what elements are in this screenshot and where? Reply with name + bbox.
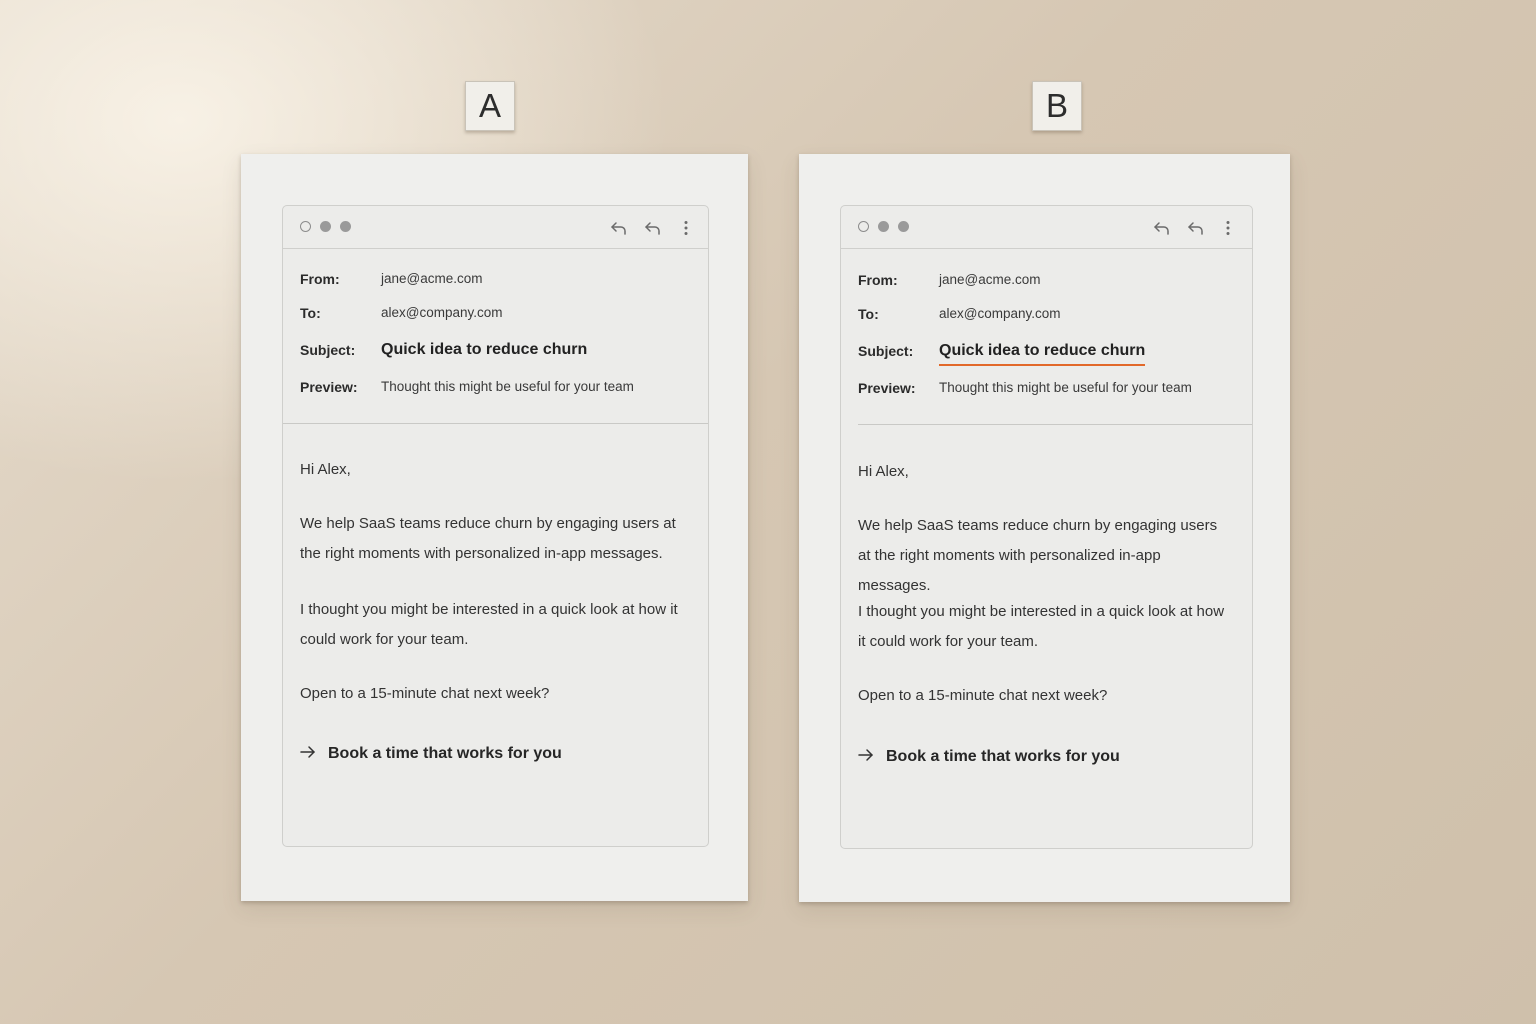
to-value: alex@company.com [939, 306, 1061, 321]
body-paragraph-3: Open to a 15-minute chat next week? [300, 685, 550, 702]
from-label: From: [300, 271, 340, 287]
window-minimize-dot[interactable] [320, 221, 331, 232]
variant-b-sheet: From: jane@acme.com To: alex@company.com… [799, 154, 1290, 902]
arrow-right-icon [300, 746, 315, 758]
preview-row: Preview: Thought this might be useful fo… [300, 375, 698, 399]
reply-icon[interactable] [609, 218, 629, 238]
cta-label: Book a time that works for you [886, 748, 1120, 765]
subject-label: Subject: [300, 342, 356, 358]
window-maximize-dot[interactable] [340, 221, 351, 232]
to-label: To: [300, 305, 321, 321]
header-divider [283, 423, 708, 424]
cta-link[interactable]: Book a time that works for you [300, 742, 562, 766]
variant-a-tag: A [465, 81, 515, 131]
cta-link[interactable]: Book a time that works for you [858, 745, 1120, 769]
reply-icon[interactable] [1152, 218, 1172, 238]
variant-a-sheet: From: jane@acme.com To: alex@company.com… [241, 154, 748, 901]
window-maximize-dot[interactable] [898, 221, 909, 232]
window-minimize-dot[interactable] [878, 221, 889, 232]
to-row: To: alex@company.com [300, 301, 698, 325]
reply-all-icon[interactable] [1186, 218, 1206, 238]
from-row: From: jane@acme.com [858, 268, 1242, 292]
variant-b-tag-label: B [1045, 87, 1068, 124]
window-close-dot[interactable] [858, 221, 869, 232]
from-value: jane@acme.com [381, 271, 483, 286]
to-row: To: alex@company.com [858, 302, 1242, 326]
preview-label: Preview: [858, 380, 916, 396]
from-label: From: [858, 272, 898, 288]
body-paragraph-1: We help SaaS teams reduce churn by engag… [858, 517, 1218, 594]
body-paragraph-2: I thought you might be interested in a q… [300, 601, 678, 648]
from-value: jane@acme.com [939, 272, 1041, 287]
variant-a-tag-label: A [478, 87, 501, 124]
subject-row: Subject: Quick idea to reduce churn [858, 339, 1242, 366]
subject-row: Subject: Quick idea to reduce churn [300, 338, 698, 362]
subject-value: Quick idea to reduce churn [381, 341, 588, 358]
variant-b-email-window: From: jane@acme.com To: alex@company.com… [840, 205, 1253, 849]
preview-value: Thought this might be useful for your te… [939, 380, 1192, 395]
body-paragraph-2: I thought you might be interested in a q… [858, 603, 1225, 650]
preview-label: Preview: [300, 379, 358, 395]
cta-label: Book a time that works for you [328, 745, 562, 762]
preview-value: Thought this might be useful for your te… [381, 379, 634, 394]
variant-b-titlebar [841, 206, 1252, 249]
body-paragraph-1: We help SaaS teams reduce churn by engag… [300, 515, 676, 562]
header-divider [858, 424, 1252, 425]
subject-value-highlighted: Quick idea to reduce churn [939, 339, 1146, 366]
to-label: To: [858, 306, 879, 322]
from-row: From: jane@acme.com [300, 267, 698, 291]
more-vertical-icon[interactable] [676, 218, 696, 238]
variant-a-email-window: From: jane@acme.com To: alex@company.com… [282, 205, 709, 847]
preview-row: Preview: Thought this might be useful fo… [858, 376, 1242, 400]
body-paragraph-3: Open to a 15-minute chat next week? [858, 687, 1108, 704]
arrow-right-icon [858, 749, 873, 761]
window-close-dot[interactable] [300, 221, 311, 232]
greeting: Hi Alex, [300, 461, 351, 478]
subject-label: Subject: [858, 343, 914, 359]
more-vertical-icon[interactable] [1218, 218, 1238, 238]
greeting: Hi Alex, [858, 463, 909, 480]
to-value: alex@company.com [381, 305, 503, 320]
variant-a-titlebar [283, 206, 708, 249]
variant-b-tag: B [1032, 81, 1082, 131]
reply-all-icon[interactable] [643, 218, 663, 238]
